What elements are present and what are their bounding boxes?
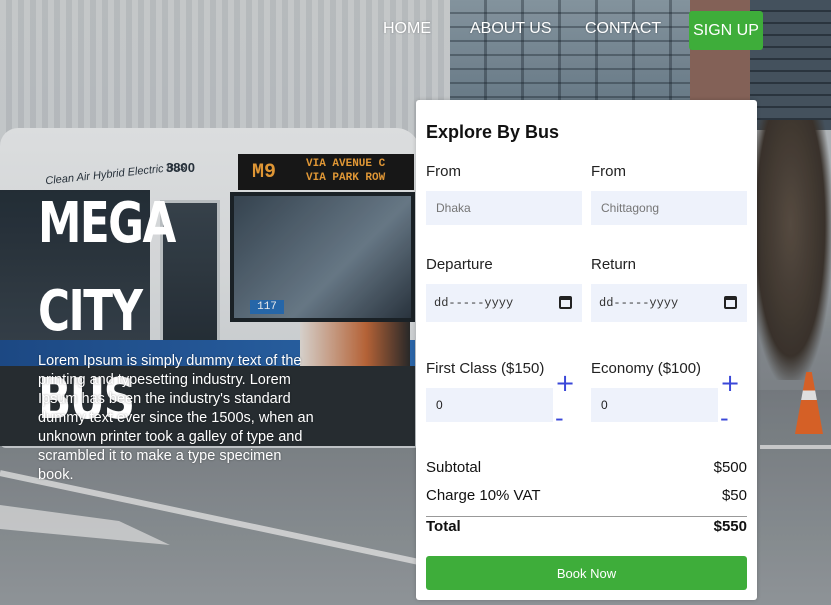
return-date-input[interactable]: dd-----yyyy — [591, 284, 747, 322]
subtotal-value: $500 — [713, 459, 747, 476]
first-class-label: First Class ($150) — [426, 360, 545, 377]
nav-contact[interactable]: CONTACT — [585, 20, 661, 38]
calendar-icon[interactable] — [724, 296, 737, 309]
date-placeholder: dd-----yyyy — [434, 296, 514, 310]
subtotal-label: Subtotal — [426, 459, 482, 476]
subtotal-row: Subtotal $500 — [426, 459, 747, 476]
hero-description: Lorem Ipsum is simply dummy text of the … — [38, 353, 314, 483]
from-input[interactable] — [426, 191, 582, 225]
from-label: From — [426, 163, 461, 180]
first-class-quantity-input[interactable]: 0 — [426, 388, 553, 422]
economy-increment-button[interactable]: + — [720, 371, 740, 395]
first-class-decrement-button[interactable]: - — [555, 406, 564, 430]
divider — [426, 516, 747, 517]
nav-home[interactable]: HOME — [383, 20, 431, 38]
economy-label: Economy ($100) — [591, 360, 702, 377]
to-input[interactable] — [591, 191, 747, 225]
vat-label: Charge 10% VAT — [426, 487, 541, 504]
hero-title-line: MEGA CITY — [38, 191, 176, 344]
nav-about-us[interactable]: ABOUT US — [470, 20, 552, 38]
vat-row: Charge 10% VAT $50 — [426, 487, 747, 504]
total-label: Total — [426, 518, 461, 535]
economy-quantity-input[interactable]: 0 — [591, 388, 718, 422]
sign-up-button[interactable]: SIGN UP — [689, 11, 763, 50]
return-label: Return — [591, 256, 637, 273]
book-now-button[interactable]: Book Now — [426, 556, 747, 590]
to-label: From — [591, 163, 626, 180]
booking-card: Explore By Bus From From Departure Retur… — [416, 100, 757, 600]
booking-title: Explore By Bus — [426, 122, 560, 142]
total-row: Total $550 — [426, 518, 747, 535]
departure-date-input[interactable]: dd-----yyyy — [426, 284, 582, 322]
economy-decrement-button[interactable]: - — [720, 406, 729, 430]
first-class-increment-button[interactable]: + — [555, 371, 575, 395]
date-placeholder: dd-----yyyy — [599, 296, 679, 310]
total-value: $550 — [713, 518, 747, 535]
vat-value: $50 — [721, 487, 747, 504]
calendar-icon[interactable] — [559, 296, 572, 309]
departure-label: Departure — [426, 256, 493, 273]
